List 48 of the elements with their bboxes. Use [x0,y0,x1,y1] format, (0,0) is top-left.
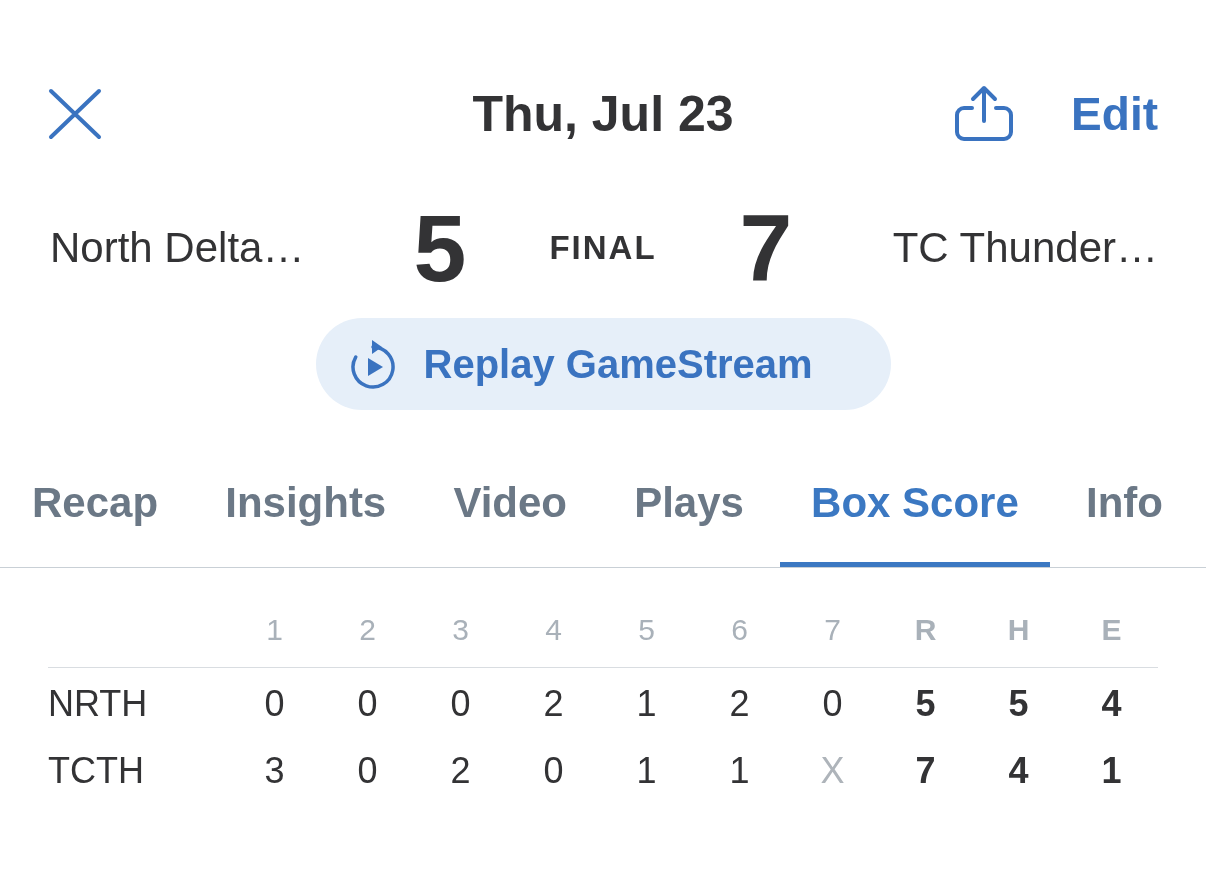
inning-runs: 0 [543,749,564,793]
game-total: 4 [1008,749,1029,793]
tab[interactable]: Box Score [780,464,1050,567]
tab[interactable]: Plays [603,464,775,567]
inning-runs: 0 [822,682,843,726]
inning-runs: 2 [729,682,750,726]
inning-runs: 2 [543,682,564,726]
inning-number: 2 [359,612,376,648]
tab[interactable]: Video [422,464,598,567]
tab[interactable]: Recap [1,464,190,567]
team-abbreviation: NRTH [48,682,148,726]
total-heading: R [914,612,937,648]
replay-button[interactable]: Replay GameStream [315,318,891,410]
team-score: 7 [739,200,793,296]
inning-runs: 1 [636,749,657,793]
inning-number: 6 [731,612,748,648]
inning-number: 4 [545,612,562,648]
team-abbreviation: TCTH [48,749,144,793]
unplayed-inning: X [820,749,845,793]
inning-runs: 0 [357,682,378,726]
total-heading: H [1007,612,1030,648]
inning-number: 7 [824,612,841,648]
inning-runs: 2 [450,749,471,793]
inning-runs: 1 [636,682,657,726]
date-title: Thu, Jul 23 [472,85,734,143]
inning-runs: 0 [450,682,471,726]
inning-runs: 0 [357,749,378,793]
share-icon[interactable] [953,85,1016,143]
edit-button[interactable]: Edit [1071,85,1158,143]
inning-number: 3 [452,612,469,648]
inning-runs: 0 [264,682,285,726]
inning-runs: 1 [729,749,750,793]
game-total: 5 [915,682,936,726]
total-heading: E [1101,612,1122,648]
inning-number: 5 [638,612,655,648]
tab[interactable]: Info [1054,464,1194,567]
game-status: FINAL [549,229,657,267]
game-total: 1 [1101,749,1122,793]
game-total: 5 [1008,682,1029,726]
inning-runs: 3 [264,749,285,793]
game-total: 7 [915,749,936,793]
game-total: 4 [1101,682,1122,726]
team-name: North Delta… [49,224,305,272]
team-score: 5 [413,200,467,296]
inning-number: 1 [266,612,283,648]
team-name: TC Thunder… [892,224,1158,272]
tab[interactable]: Insights [194,464,418,567]
close-icon[interactable] [48,88,102,140]
